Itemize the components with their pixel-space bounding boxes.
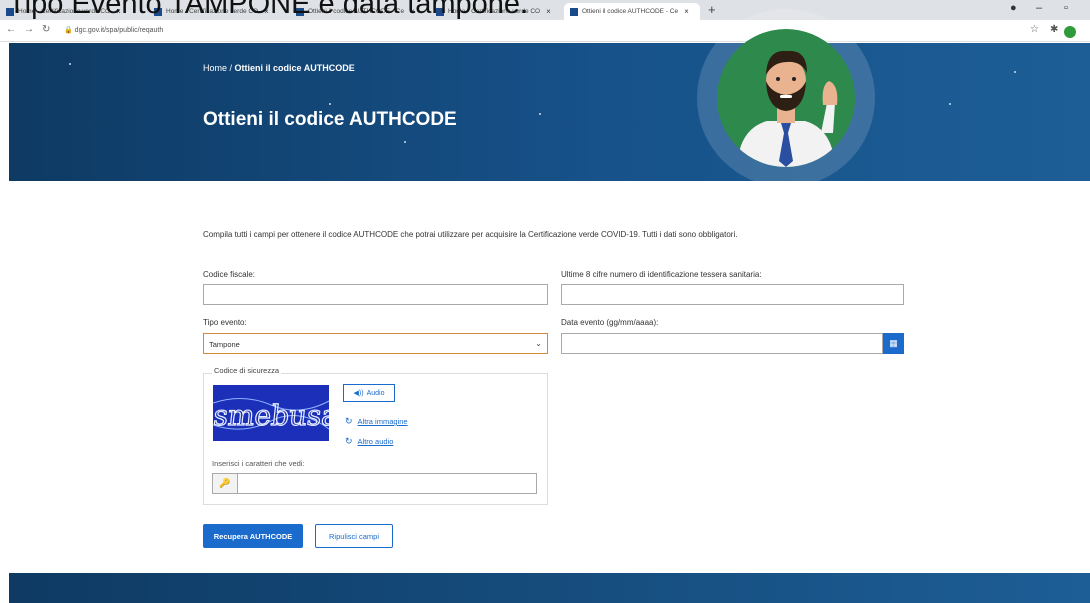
page-title: Ottieni il codice AUTHCODE — [203, 109, 457, 130]
key-icon: 🔑 — [212, 473, 238, 494]
back-icon[interactable]: ← — [6, 24, 16, 35]
audio-label: Audio — [366, 389, 385, 397]
speaker-icon: ◀)) — [353, 390, 364, 397]
star-decoration — [949, 103, 951, 105]
captcha-text: smebusai — [213, 399, 329, 432]
new-tab-icon[interactable]: + — [708, 2, 716, 17]
reload-icon[interactable]: ↻ — [42, 24, 50, 35]
captcha-legend: Codice di sicurezza — [212, 366, 282, 375]
altra-immagine-link[interactable]: ↻ Altra immagine — [345, 416, 408, 427]
codice-fiscale-label: Codice fiscale: — [203, 270, 256, 279]
star-decoration — [404, 141, 406, 143]
altro-audio-label: Altro audio — [357, 437, 394, 446]
record-icon[interactable]: ● — [1010, 2, 1017, 14]
codice-fiscale-input[interactable] — [203, 284, 548, 305]
captcha-input-label: Inserisci i caratteri che vedi: — [212, 459, 305, 468]
url-field[interactable]: 🔒 dgc.gov.it/spa/public/reqauth — [64, 26, 163, 34]
chevron-down-icon: ⌄ — [535, 339, 542, 348]
tipo-evento-label: Tipo evento: — [203, 318, 247, 327]
profile-avatar-icon[interactable] — [1064, 26, 1076, 38]
tessera-label: Ultime 8 cifre numero di identificazione… — [561, 270, 762, 279]
breadcrumb-home-link[interactable]: Home — [203, 63, 227, 73]
breadcrumb: Home / Ottieni il codice AUTHCODE — [203, 63, 355, 73]
breadcrumb-current: Ottieni il codice AUTHCODE — [234, 63, 355, 73]
refresh-icon: ↻ — [345, 436, 353, 446]
data-evento-input[interactable] — [561, 333, 883, 354]
address-bar: ← → ↻ 🔒 dgc.gov.it/spa/public/reqauth ☆ … — [0, 20, 1090, 42]
star-decoration — [69, 63, 71, 65]
extensions-icon[interactable]: ✱ — [1050, 24, 1058, 35]
hero-banner: Home / Ottieni il codice AUTHCODE Ottien… — [9, 43, 1090, 181]
favicon-icon — [570, 7, 578, 16]
breadcrumb-separator: / — [227, 63, 235, 73]
bookmark-star-icon[interactable]: ☆ — [1030, 24, 1039, 35]
tipo-evento-value: Tampone — [209, 340, 240, 349]
forward-icon[interactable]: → — [24, 24, 34, 35]
tessera-input[interactable] — [561, 284, 904, 305]
url-text: dgc.gov.it/spa/public/reqauth — [74, 27, 164, 34]
star-decoration — [329, 103, 331, 105]
man-waving-illustration — [737, 50, 838, 167]
browser-tab-active[interactable]: Ottieni il codice AUTHCODE - Ce × — [564, 3, 700, 20]
overlay-caption: Tipo Evento TAMPONE e data tampone. — [8, 0, 529, 20]
recupera-authcode-button[interactable]: Recupera AUTHCODE — [203, 524, 303, 548]
close-tab-icon[interactable]: × — [546, 7, 551, 16]
tab-label: Ottieni il codice AUTHCODE - Ce — [582, 8, 679, 15]
ripulisci-campi-button[interactable]: Ripulisci campi — [315, 524, 393, 548]
refresh-icon: ↻ — [345, 416, 353, 426]
star-decoration — [1014, 71, 1016, 73]
calendar-button[interactable]: ▦ — [883, 333, 904, 354]
captcha-distorted-text: smebusai — [213, 398, 329, 433]
star-decoration — [539, 113, 541, 115]
captcha-image: smebusai — [213, 385, 329, 441]
minimize-icon[interactable]: – — [1036, 2, 1042, 14]
altro-audio-link[interactable]: ↻ Altro audio — [345, 436, 393, 447]
data-evento-label: Data evento (gg/mm/aaaa): — [561, 318, 659, 327]
audio-button[interactable]: ◀)) Audio — [343, 384, 395, 402]
captcha-input[interactable] — [237, 473, 537, 494]
avatar-illustration — [717, 29, 855, 167]
altra-immagine-label: Altra immagine — [357, 417, 408, 426]
tipo-evento-select[interactable]: Tampone ⌄ — [203, 333, 548, 354]
close-tab-icon[interactable]: × — [684, 7, 689, 16]
calendar-icon: ▦ — [889, 338, 898, 348]
maximize-icon[interactable]: ▫ — [1064, 2, 1068, 14]
form-intro-text: Compila tutti i campi per ottenere il co… — [203, 230, 738, 239]
footer-band — [9, 573, 1090, 603]
